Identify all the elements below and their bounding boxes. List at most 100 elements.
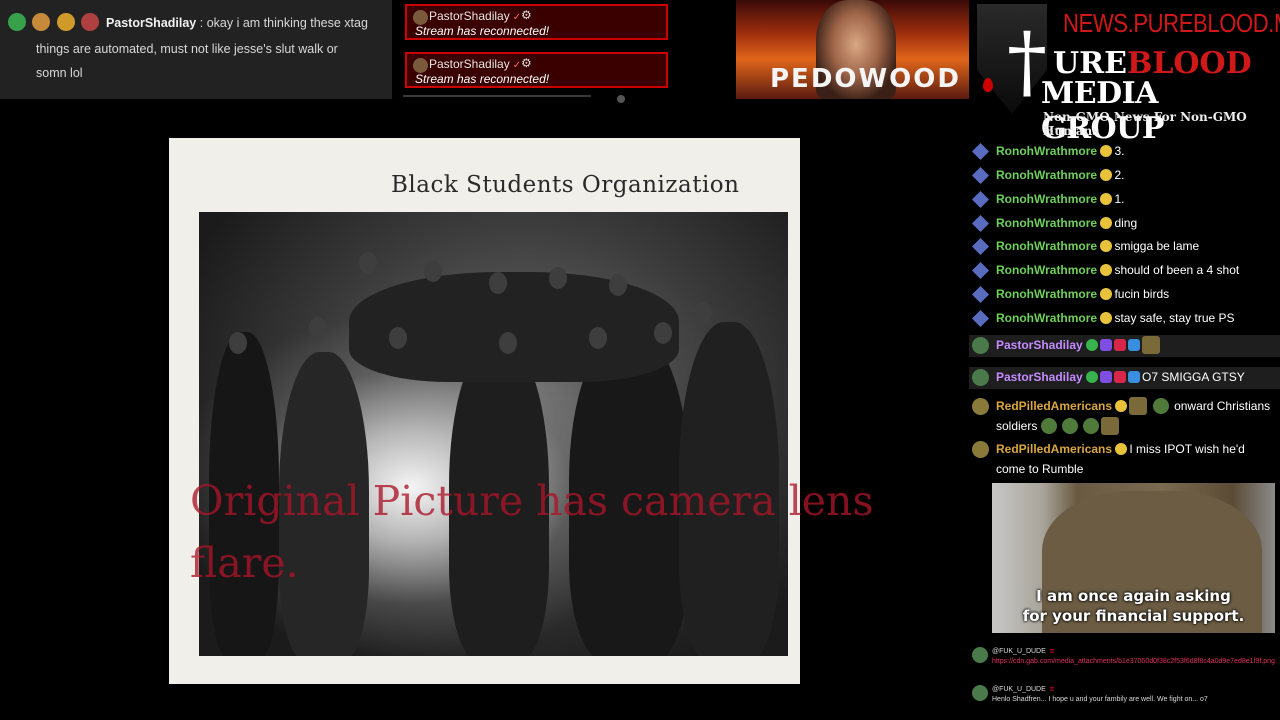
chat-text: onward Christians [1174, 399, 1271, 413]
photo-head [309, 317, 327, 339]
banner-image: PEDOWOOD [736, 0, 969, 99]
avatar [81, 13, 100, 31]
avatar [972, 369, 989, 386]
chat-text: Henlo Shadfren... I hope u and your famb… [992, 696, 1208, 703]
coin-badge-icon [1100, 193, 1113, 205]
crown-badge-icon [1100, 339, 1113, 351]
chat-username[interactable]: RedPilledAmericans [996, 442, 1112, 456]
chat-message-row: PastorShadilay O7 SMIGGA GTSY [969, 367, 1280, 389]
photo-head [424, 260, 442, 282]
chat-text: fucin birds [1114, 287, 1170, 301]
chat-username[interactable]: RonohWrathmore [996, 216, 1097, 230]
gear-icon[interactable]: ⚙ [521, 56, 532, 70]
reconnect-notice: PastorShadilay ✓ ⚙ Stream has reconnected… [405, 52, 668, 88]
pepe-emote-icon [1062, 418, 1079, 434]
dot-icon [617, 95, 625, 103]
emote-icon [1129, 397, 1148, 415]
avatar [972, 685, 988, 701]
chat-text: O7 SMIGGA GTSY [1142, 370, 1245, 384]
notice-username[interactable]: PastorShadilay ✓ [429, 57, 521, 71]
coin-badge-icon [1100, 217, 1113, 229]
chat-username[interactable]: @FUK_U_DUDE ㅍ [992, 685, 1055, 695]
chat-text: should of been a 4 shot [1114, 263, 1240, 277]
chat-text: 1. [1114, 192, 1125, 206]
pepe-emote-icon [1152, 398, 1169, 414]
banner-text: PEDOWOOD [770, 64, 961, 94]
meme-video: I am once again asking for your financial… [992, 483, 1275, 633]
chat-text-line: soldiers [996, 419, 1038, 433]
coin-badge-icon [1115, 443, 1128, 455]
chat-message: okay i am thinking these xtag [206, 16, 368, 30]
chat-username[interactable]: PastorShadilay [106, 16, 196, 30]
chat-link[interactable]: https://cdn.gab.com/media_attachments/b1… [992, 657, 1275, 667]
coin-badge-icon [1100, 240, 1113, 252]
chat-username[interactable]: RonohWrathmore [996, 144, 1097, 158]
divider [403, 95, 591, 97]
satellite-icon [972, 286, 989, 303]
chat-message-line: things are automated, must not like jess… [36, 42, 338, 56]
satellite-icon [972, 143, 989, 160]
moderator-badge-icon [1114, 371, 1127, 383]
gear-icon[interactable]: ⚙ [521, 8, 532, 22]
verified-check-icon: ✓ [512, 12, 522, 23]
verified-badge-icon [1086, 371, 1099, 383]
yearbook-photo: Black Students Organization [169, 138, 800, 684]
avatar [972, 398, 989, 415]
photo-caption: Original Picture has camera lens flare. [190, 477, 874, 587]
verified-badge-icon [8, 13, 26, 31]
photo-head [549, 267, 567, 289]
chat-text: ding [1114, 216, 1138, 230]
photo-head [609, 274, 627, 296]
chat-username[interactable]: RonohWrathmore [996, 287, 1097, 301]
top-chat-overlay: PastorShadilay : okay i am thinking thes… [0, 0, 392, 99]
gift-badge-icon [1128, 339, 1141, 351]
pepe-emote-icon [1040, 418, 1057, 434]
verified-check-icon: ✓ [512, 60, 522, 71]
chat-text: 3. [1114, 144, 1125, 158]
chat-text: stay safe, stay true PS [1114, 311, 1235, 325]
moderator-badge-icon [1114, 339, 1127, 351]
coin-badge-icon [1100, 288, 1113, 300]
chat-username[interactable]: RedPilledAmericans [996, 399, 1112, 413]
chat-username[interactable]: RonohWrathmore [996, 239, 1097, 253]
coin-badge-icon [1100, 264, 1113, 276]
chat-message-line: somn lol [36, 66, 83, 80]
chat-username[interactable]: RonohWrathmore [996, 263, 1097, 277]
badge-icon: ㅍ [1048, 686, 1056, 693]
avatar [413, 58, 428, 73]
gift-badge-icon [56, 13, 75, 31]
avatar [972, 337, 989, 354]
chat-username[interactable]: RonohWrathmore [996, 192, 1097, 206]
emote-icon [1101, 417, 1120, 435]
photo-title: Black Students Organization [391, 172, 740, 198]
pepe-emote-icon [1083, 418, 1100, 434]
photo-head [229, 332, 247, 354]
satellite-icon [972, 238, 989, 255]
chat-separator: : [199, 16, 204, 30]
coin-badge-icon [1100, 145, 1113, 157]
chat-username[interactable]: PastorShadilay [996, 338, 1083, 352]
logo-tagline: Non-GMO News For Non-GMO Humans [1043, 110, 1247, 138]
coin-badge-icon [1115, 400, 1128, 412]
chat-username[interactable]: RonohWrathmore [996, 311, 1097, 325]
chat-username[interactable]: RonohWrathmore [996, 168, 1097, 182]
avatar [413, 10, 428, 25]
chat-text-line: come to Rumble [996, 462, 1084, 476]
gift-badge-icon [1128, 371, 1141, 383]
photo-head [359, 252, 377, 274]
satellite-icon [972, 310, 989, 327]
notice-username[interactable]: PastorShadilay ✓ [429, 9, 521, 23]
blood-drop-icon [983, 78, 993, 92]
top-chat-header-row: PastorShadilay : okay i am thinking thes… [8, 10, 384, 36]
crown-badge-icon [1100, 371, 1113, 383]
badge-icon: ㅍ [1048, 648, 1056, 655]
notice-text: Stream has reconnected! [415, 24, 550, 38]
meme-caption: I am once again asking for your financial… [1022, 587, 1245, 625]
photo-head [654, 322, 672, 344]
chat-text: 2. [1114, 168, 1125, 182]
chat-username[interactable]: @FUK_U_DUDE ㅍ [992, 647, 1055, 657]
reconnect-notice: PastorShadilay ✓ ⚙ Stream has reconnected… [405, 4, 668, 40]
photo-head [589, 327, 607, 349]
chat-username[interactable]: PastorShadilay [996, 370, 1083, 384]
verified-badge-icon [1086, 339, 1099, 351]
